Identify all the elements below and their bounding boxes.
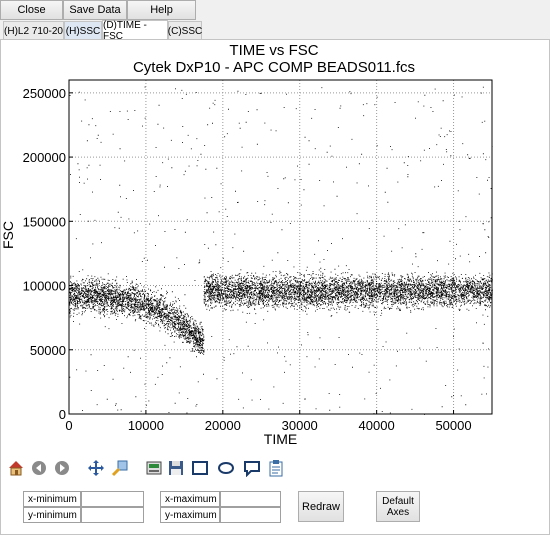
help-button[interactable]: Help bbox=[127, 0, 196, 20]
y-maximum-label: y-maximum bbox=[160, 507, 220, 523]
x-tick-label: 0 bbox=[65, 418, 72, 433]
y-tick-label: 100000 bbox=[23, 279, 66, 294]
close-button[interactable]: Close bbox=[0, 0, 63, 20]
x-maximum-label: x-maximum bbox=[160, 491, 220, 507]
y-tick-label: 200000 bbox=[23, 150, 66, 165]
ellipse-gate-icon[interactable] bbox=[216, 458, 236, 478]
navigation-toolbar bbox=[0, 456, 548, 484]
plot-tabs: (H)L2 710-20 (H)SSC (D)TIME - FSC (C)SSC bbox=[0, 20, 550, 42]
default-axes-button[interactable]: Default Axes bbox=[376, 491, 420, 522]
x-tick-label: 10000 bbox=[128, 418, 164, 433]
x-minimum-label: x-minimum bbox=[23, 491, 81, 507]
save-data-button[interactable]: Save Data bbox=[63, 0, 127, 20]
default-axes-label-1: Default bbox=[382, 495, 414, 507]
tab-c-ssc[interactable]: (C)SSC bbox=[168, 21, 202, 40]
y-axis-label: FSC bbox=[0, 221, 16, 249]
pan-icon[interactable] bbox=[86, 458, 106, 478]
y-minimum-label: y-minimum bbox=[23, 507, 81, 523]
x-tick-label: 20000 bbox=[205, 418, 241, 433]
tab-h-ssc[interactable]: (H)SSC bbox=[64, 21, 102, 40]
y-tick-label: 150000 bbox=[23, 214, 66, 229]
y-minimum-input[interactable] bbox=[81, 507, 144, 523]
zoom-icon[interactable] bbox=[110, 458, 130, 478]
x-tick-label: 50000 bbox=[435, 418, 471, 433]
tab-l2-710-20[interactable]: (H)L2 710-20 bbox=[3, 21, 64, 40]
x-tick-label: 40000 bbox=[359, 418, 395, 433]
x-axis-label: TIME bbox=[264, 431, 297, 447]
y-tick-label: 250000 bbox=[23, 86, 66, 101]
scatter-chart[interactable]: 0 10000 20000 30000 40000 5000005000010000015… bbox=[0, 39, 548, 459]
y-maximum-input[interactable] bbox=[220, 507, 281, 523]
forward-icon[interactable] bbox=[52, 458, 72, 478]
tab-time-fsc[interactable]: (D)TIME - FSC bbox=[102, 20, 168, 42]
save-icon[interactable] bbox=[166, 458, 186, 478]
rectangle-gate-icon[interactable] bbox=[190, 458, 210, 478]
redraw-button[interactable]: Redraw bbox=[298, 491, 344, 522]
scatter-points bbox=[69, 86, 493, 415]
home-icon[interactable] bbox=[6, 458, 26, 478]
x-minimum-input[interactable] bbox=[81, 491, 144, 507]
y-tick-label: 0 bbox=[59, 407, 66, 422]
configure-icon[interactable] bbox=[144, 458, 164, 478]
polygon-gate-icon[interactable] bbox=[242, 458, 262, 478]
clipboard-icon[interactable] bbox=[266, 458, 286, 478]
default-axes-label-2: Axes bbox=[386, 506, 410, 518]
x-maximum-input[interactable] bbox=[220, 491, 281, 507]
y-tick-label: 50000 bbox=[30, 343, 66, 358]
back-icon[interactable] bbox=[29, 458, 49, 478]
